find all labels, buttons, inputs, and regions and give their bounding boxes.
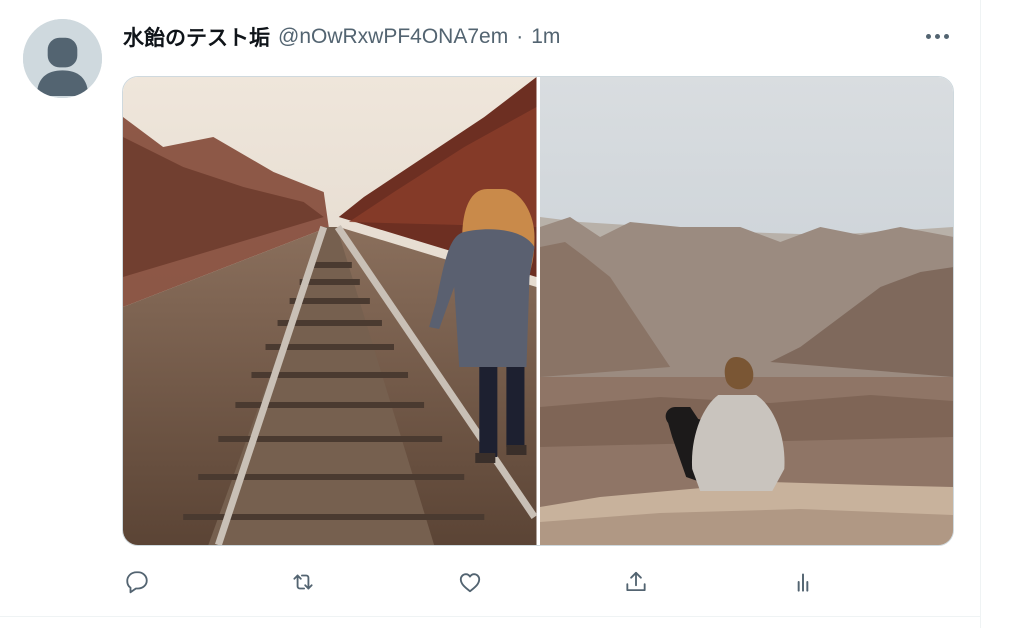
author-name[interactable]: 水飴のテスト垢 — [123, 22, 270, 52]
railroad-photo-image — [123, 77, 537, 545]
author-handle[interactable]: @nOwRxwPF4ONA7em — [278, 25, 508, 49]
reply-icon[interactable] — [121, 566, 153, 598]
tweet-divider — [0, 616, 980, 617]
more-icon[interactable] — [921, 24, 953, 48]
default-avatar-icon — [23, 19, 102, 98]
analytics-icon[interactable] — [787, 566, 819, 598]
timestamp[interactable]: 1m — [531, 25, 560, 49]
tweet-header: 水飴のテスト垢 @nOwRxwPF4ONA7em · 1m — [123, 22, 560, 52]
media-photo-railroad[interactable] — [123, 77, 537, 545]
separator-dot: · — [516, 25, 524, 48]
share-icon[interactable] — [620, 566, 652, 598]
tweet-actions — [121, 566, 841, 598]
avatar[interactable] — [23, 19, 102, 98]
retweet-icon[interactable] — [287, 566, 319, 598]
canyon-photo-image — [539, 77, 953, 545]
like-icon[interactable] — [454, 566, 486, 598]
media-grid — [122, 76, 954, 546]
tweet[interactable]: 水飴のテスト垢 @nOwRxwPF4ONA7em · 1m — [0, 0, 980, 620]
timeline-border — [980, 0, 981, 628]
media-photo-canyon[interactable] — [539, 77, 953, 545]
